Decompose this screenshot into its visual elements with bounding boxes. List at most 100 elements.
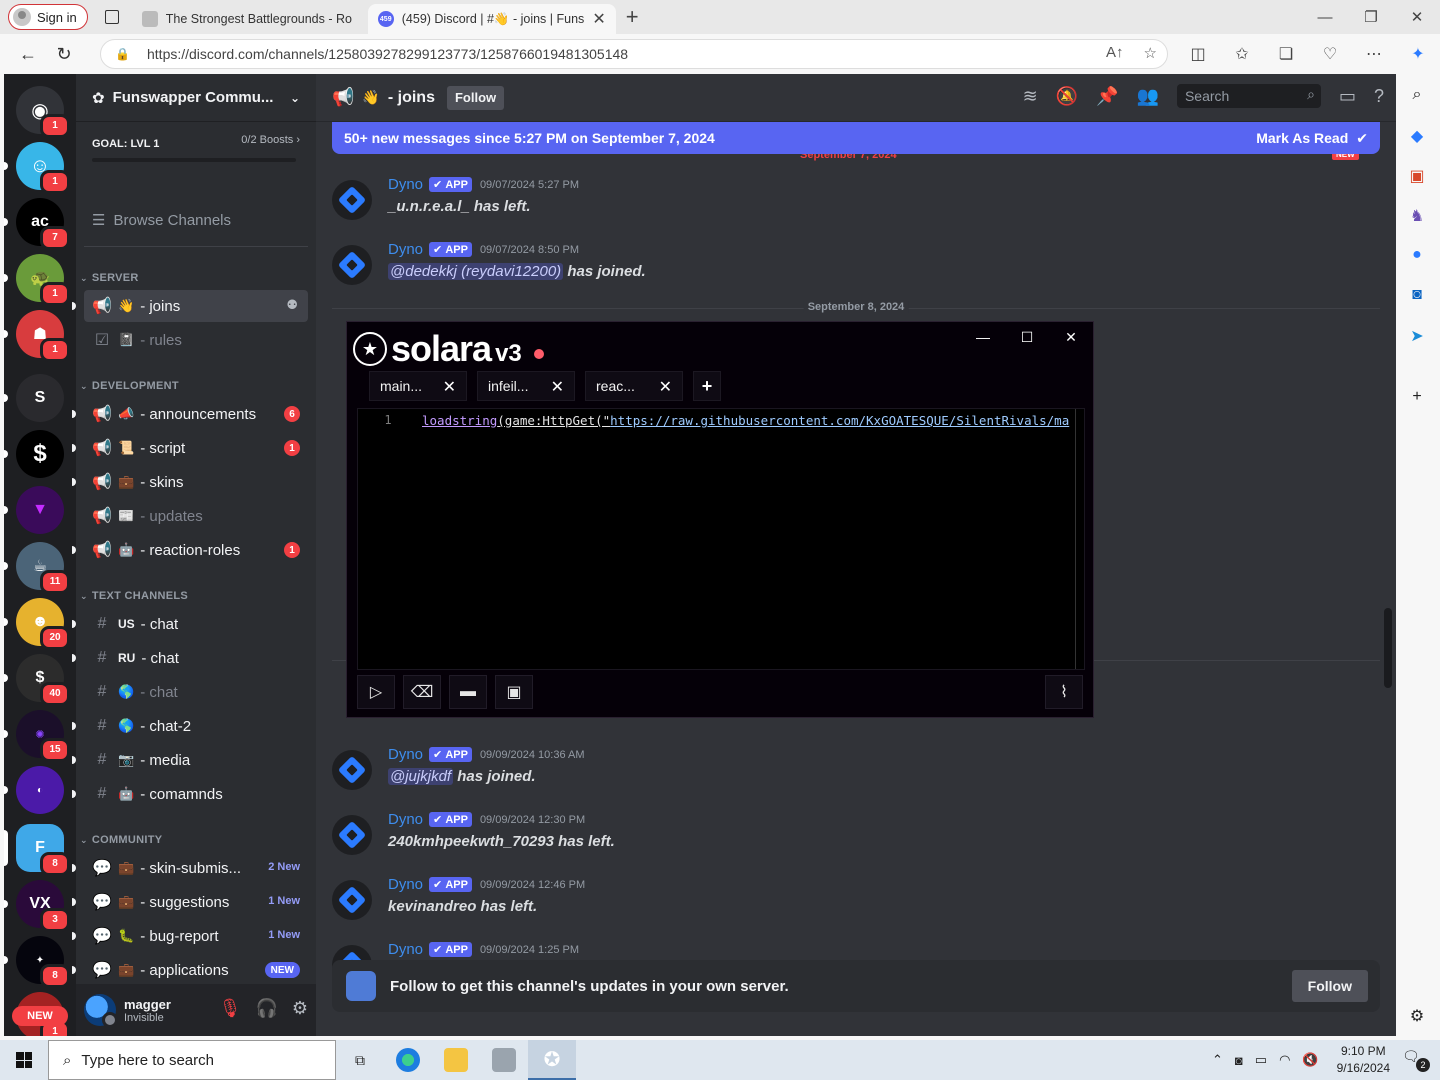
execute-button[interactable]: ▷ [357, 675, 395, 709]
chat-scrollbar[interactable] [1384, 608, 1392, 688]
minimize-icon[interactable]: — [1302, 0, 1348, 34]
channel-updates[interactable]: 📢 📰 - updates [84, 500, 308, 532]
message[interactable]: Dyno ✔ APP 09/07/2024 8:50 PM @dedekkj (re… [332, 241, 1372, 301]
taskbar-edge[interactable] [384, 1040, 432, 1080]
maximize-icon[interactable]: ☐ [1005, 322, 1049, 352]
meet-now-icon[interactable]: ◙ [1235, 1053, 1243, 1068]
collections-icon[interactable]: ❏ [1264, 44, 1308, 64]
new-tab-button[interactable]: + [626, 4, 639, 30]
add-member-icon[interactable]: ⚉ [286, 297, 298, 313]
user-mention[interactable]: @dedekkj (reydavi12200) [388, 263, 564, 280]
battery-icon[interactable]: ▭ [1255, 1052, 1267, 1068]
server-icon[interactable]: ✺ 15 [4, 710, 70, 762]
channel-chat-2[interactable]: # 🌎 - chat-2 [72, 710, 308, 742]
channel-script[interactable]: 📢 📜 - script 1 [72, 432, 308, 464]
user-mention[interactable]: @jujkjkdf [388, 768, 454, 785]
boost-goal[interactable]: GOAL: LVL 1 0/2 Boosts › [76, 122, 316, 178]
channel-joins[interactable]: 📢 👋 - joins ⚉ [72, 290, 308, 322]
add-tab-button[interactable]: + [693, 371, 721, 401]
channel-announcements[interactable]: 📢 📣 - announcements 6 [72, 398, 308, 430]
attach-button[interactable]: ⌇ [1045, 675, 1083, 709]
send-icon[interactable]: ➤ [1406, 326, 1428, 348]
address-bar[interactable]: 🔒 https://discord.com/channels/125803927… [100, 39, 1168, 69]
threads-icon[interactable]: ≋ [1023, 86, 1038, 107]
minimize-icon[interactable]: — [961, 322, 1005, 352]
avatar[interactable] [332, 245, 372, 285]
message-author[interactable]: Dyno [388, 876, 423, 893]
server-icon[interactable]: ☻ 20 [4, 598, 70, 650]
message[interactable]: Dyno ✔ APP 09/07/2024 5:27 PM _u.n.r.e.a.l… [332, 176, 1372, 236]
server-icon[interactable]: ☗ 1 [4, 310, 70, 362]
tab-actions-button[interactable] [98, 3, 126, 31]
refresh-icon[interactable]: ↻ [46, 38, 82, 70]
show-hidden-icons-chevron-icon[interactable]: ⌃ [1212, 1052, 1223, 1068]
message[interactable]: Dyno ✔ APP 09/09/2024 12:46 PM kevinandreo… [332, 876, 1372, 936]
browser-tab[interactable]: The Strongest Battlegrounds - Ro [132, 4, 368, 34]
avatar[interactable] [332, 880, 372, 920]
microsoft-365-icon[interactable]: ● [1406, 246, 1428, 268]
follow-button[interactable]: Follow [1291, 970, 1368, 1002]
channel-suggestions[interactable]: 💬 💼 - suggestions 1 New [72, 886, 308, 918]
favorite-star-icon[interactable]: ☆ [1144, 44, 1157, 62]
taskbar-search-input[interactable]: ⌕ Type here to search [48, 1040, 336, 1080]
channel-applications[interactable]: 💬 💼 - applications NEW [72, 954, 308, 986]
category-server[interactable]: ⌄ SERVER [80, 268, 139, 288]
close-icon[interactable]: ✕ [1049, 322, 1093, 352]
close-tab-icon[interactable]: ✕ [592, 9, 605, 29]
headphones-icon[interactable]: 🎧 [255, 998, 277, 1019]
script-tab[interactable]: infeil... ✕ [477, 371, 575, 401]
taskbar-file-explorer[interactable] [432, 1040, 480, 1080]
channel-skin-submissions[interactable]: 💬 💼 - skin-submis... 2 New [72, 852, 308, 884]
user-settings-gear-icon[interactable]: ⚙ [292, 998, 308, 1019]
help-icon[interactable]: ? [1374, 86, 1384, 107]
message-author[interactable]: Dyno [388, 176, 423, 193]
channel-chat[interactable]: # 🌎 - chat [84, 676, 308, 708]
notification-bell-muted-icon[interactable]: 🔕 [1056, 86, 1078, 107]
network-wifi-icon[interactable]: ◠ [1279, 1052, 1290, 1068]
channel-media[interactable]: # 📷 - media [72, 744, 308, 776]
server-icon[interactable]: 🐢 1 [4, 254, 70, 306]
browser-essentials-icon[interactable]: ♡ [1308, 44, 1352, 64]
direct-messages-home[interactable]: ◉ 1 [16, 86, 70, 138]
server-icon[interactable]: ac 7 [4, 198, 70, 250]
copilot-icon[interactable]: ✦ [1396, 44, 1440, 64]
browse-channels[interactable]: ☰ Browse Channels [84, 204, 308, 236]
mic-muted-icon[interactable]: 🎙 [219, 998, 242, 1019]
user-info[interactable]: magger Invisible [124, 997, 171, 1024]
inbox-icon[interactable]: ▭ [1339, 86, 1356, 107]
message[interactable]: Dyno ✔ APP 09/09/2024 10:36 AM @jujkjkdf h… [332, 746, 1372, 806]
category-community[interactable]: ⌄ COMMUNITY [80, 830, 162, 850]
message-author[interactable]: Dyno [388, 241, 423, 258]
start-button[interactable] [0, 1040, 48, 1080]
channel-reaction-roles[interactable]: 📢 🤖 - reaction-roles 1 [72, 534, 308, 566]
volume-muted-icon[interactable]: 🔇 [1302, 1052, 1318, 1068]
tools-briefcase-icon[interactable]: ▣ [1406, 166, 1428, 188]
close-icon[interactable]: ✕ [1394, 0, 1440, 34]
channel-us-chat[interactable]: # US - chat [72, 608, 308, 640]
close-tab-icon[interactable]: ✕ [659, 377, 672, 397]
more-menu-icon[interactable]: ⋯ [1352, 44, 1396, 64]
code-line[interactable]: loadstring(game:HttpGet("https://raw.git… [422, 413, 1069, 428]
server-icon[interactable]: ◐ [4, 766, 64, 814]
taskbar-solara[interactable]: ✪ [528, 1040, 576, 1080]
follow-channel-button[interactable]: Follow [446, 85, 505, 110]
server-icon[interactable]: S [4, 374, 64, 422]
message-author[interactable]: Dyno [388, 811, 423, 828]
task-view-button[interactable]: ⧉ [336, 1040, 384, 1080]
channel-rules[interactable]: ☑ 📓 - rules [84, 324, 308, 356]
search-input[interactable]: Search ⌕ [1176, 84, 1321, 108]
clear-button[interactable]: ⌫ [403, 675, 441, 709]
restore-icon[interactable]: ❐ [1348, 0, 1394, 34]
server-icon[interactable]: F8 [4, 824, 70, 876]
message-author[interactable]: Dyno [388, 941, 423, 958]
add-sidebar-app-icon[interactable]: + [1406, 388, 1428, 410]
taskbar-app[interactable] [480, 1040, 528, 1080]
notifications-button[interactable]: 🗨 2 [1402, 1048, 1430, 1072]
server-icon[interactable]: ☺ 1 [4, 142, 70, 194]
avatar[interactable] [84, 994, 118, 1028]
games-icon[interactable]: ♞ [1406, 206, 1428, 228]
server-icon[interactable]: ▼ [4, 486, 64, 534]
lock-icon[interactable]: 🔒 [115, 47, 130, 61]
open-file-button[interactable]: ▬ [449, 675, 487, 709]
avatar[interactable] [332, 750, 372, 790]
